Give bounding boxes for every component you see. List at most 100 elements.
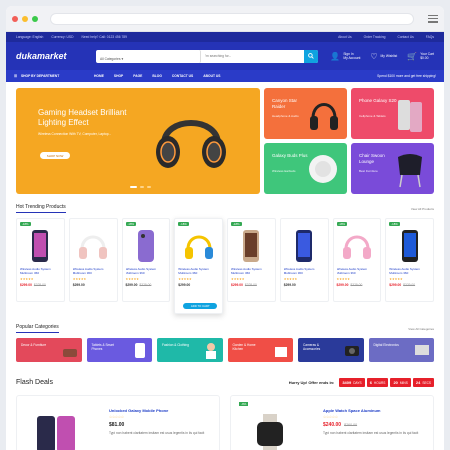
price-row: $299.00 — [73, 283, 114, 287]
menu-icon[interactable] — [428, 14, 438, 23]
product-card[interactable]: -18% Wireless Audio System Multiroom 360… — [121, 218, 171, 302]
user-icon: 👤 — [330, 51, 341, 61]
timer-box: 6 HOURS — [366, 378, 389, 387]
top-link-about[interactable]: About Us — [338, 35, 352, 39]
product-name[interactable]: Wireless Audio System Multiroom 360 — [20, 268, 61, 276]
browser-window: Language: English Currency: USD Need hel… — [6, 6, 444, 450]
top-link-tracking[interactable]: Order Tracking — [364, 35, 386, 39]
product-image[interactable] — [284, 226, 325, 266]
top-link-faq[interactable]: FAQs — [426, 35, 434, 39]
timer-box: 3409 DAYS — [339, 378, 365, 387]
tile-title: Phone Galaxy S20 — [359, 98, 397, 103]
top-strip: Language: English Currency: USD Need hel… — [6, 32, 444, 42]
deal-name[interactable]: Apple Watch Space Aluminum — [323, 408, 423, 413]
timer-value: 6 — [369, 380, 372, 385]
shop-by-department[interactable]: ☰ SHOP BY DEPARTMENT — [14, 74, 94, 78]
close-dot[interactable] — [12, 15, 18, 22]
minimize-dot[interactable] — [22, 15, 28, 22]
cart-link[interactable]: 🛒 Your Cart $0.00 — [407, 52, 434, 61]
product-name[interactable]: Wireless Audio System Multiroom 360 — [389, 268, 430, 276]
search-input[interactable] — [200, 54, 304, 58]
category-image — [343, 341, 361, 360]
nav-home[interactable]: HOME — [94, 74, 104, 78]
product-card[interactable]: Wireless Audio System Multiroom 360 ★★★★… — [279, 218, 329, 302]
category-card[interactable]: Garden & Home Kitchen — [227, 338, 293, 362]
product-card[interactable]: -18% Wireless Audio System Multiroom 360… — [174, 218, 223, 314]
product-image[interactable] — [231, 226, 272, 266]
product-image[interactable] — [389, 226, 430, 266]
deal-name[interactable]: Unlocked Galaxy Mobile Phone — [109, 408, 209, 413]
nav-contact[interactable]: CONTACT US — [172, 74, 193, 78]
product-card[interactable]: -18% Wireless Audio System Multiroom 360… — [385, 218, 434, 302]
site-logo[interactable]: dukamarket — [16, 51, 96, 61]
chair-image — [398, 154, 422, 188]
timer-value: 20 — [393, 380, 398, 385]
product-image[interactable] — [20, 226, 61, 266]
product-card[interactable]: -18% Wireless Audio System Multiroom 360… — [227, 218, 276, 302]
product-image[interactable] — [73, 226, 114, 266]
maximize-dot[interactable] — [32, 15, 38, 22]
deal-card[interactable]: -9% Apple Watch Space Aluminum ☆☆☆☆☆ $24… — [230, 395, 434, 450]
search-button[interactable] — [304, 49, 318, 63]
product-name[interactable]: Wireless Audio System Multiroom 360 — [126, 268, 167, 276]
language-select[interactable]: Language: English — [16, 35, 43, 39]
category-card[interactable]: Digital Electronics — [368, 338, 434, 362]
tile-subtitle: Wireless Earbuds — [272, 169, 296, 173]
rating-stars: ★★★★★ — [178, 277, 192, 281]
product-name[interactable]: Wireless Audio System Multiroom 360 — [231, 268, 272, 276]
product-image[interactable] — [178, 226, 219, 266]
timer-value: 3409 — [342, 380, 352, 385]
top-link-contact[interactable]: Contact Us — [397, 35, 413, 39]
product-name[interactable]: Wireless Audio System Multiroom 360 — [178, 268, 219, 276]
sale-price: $299.00 — [231, 283, 243, 287]
category-card[interactable]: Decor & Furniture — [16, 338, 82, 362]
hero-banner[interactable]: Gaming Headset Brilliant Lighting Effect… — [16, 88, 260, 194]
address-bar[interactable] — [50, 12, 414, 25]
price: $299.00 — [178, 283, 191, 287]
product-name[interactable]: Wireless Audio System Multiroom 360 — [284, 268, 325, 276]
discount-badge: -18% — [20, 222, 31, 226]
hero-shop-button[interactable]: SHOP NOW — [40, 152, 70, 159]
add-to-cart-button[interactable]: ADD TO CART — [183, 303, 218, 309]
menu-lines-icon: ☰ — [14, 74, 17, 78]
product-card[interactable]: Wireless Audio System Multiroom 360 ★★★★… — [68, 218, 118, 302]
wishlist-link[interactable]: ♡ My Wishlist — [370, 52, 397, 61]
old-price: $329.00 — [139, 283, 152, 287]
trending-title: Hot Trending Products — [16, 204, 66, 213]
deal-price: $81.00 — [109, 422, 209, 428]
cart-total: $0.00 — [420, 56, 429, 60]
nav-blog[interactable]: BLOG — [152, 74, 162, 78]
wishlist-label: My Wishlist — [380, 54, 398, 58]
price-row: $299.00 — [284, 283, 325, 287]
product-card[interactable]: -18% Wireless Audio System Multiroom 360… — [332, 218, 382, 302]
product-image[interactable] — [337, 226, 378, 266]
old-price: $329.00 — [33, 283, 46, 287]
promo-tile-earbuds[interactable]: Galaxy Buds Plus Wireless Earbuds — [264, 143, 347, 194]
nav-page[interactable]: PAGE — [133, 74, 142, 78]
product-image[interactable] — [126, 226, 167, 266]
currency-select[interactable]: Currency: USD — [51, 35, 73, 39]
promo-tile-chair[interactable]: Chair Swoon Lounge Best Furniture — [351, 143, 434, 194]
hero-subtitle: Wireless Connection With TV, Computer, L… — [38, 132, 112, 136]
category-card[interactable]: Tablets & Smart Phones — [86, 338, 152, 362]
nav-about[interactable]: ABOUT US — [203, 74, 220, 78]
product-card[interactable]: -18% Wireless Audio System Multiroom 360… — [16, 218, 65, 302]
deal-image[interactable] — [245, 414, 295, 450]
hotline: Need help? Call: 0123 456 789 — [81, 35, 127, 39]
timer-box: 24 SECS — [412, 378, 434, 387]
view-all-categories-link[interactable]: View All Categories — [408, 327, 434, 331]
nav-shop[interactable]: SHOP — [114, 74, 123, 78]
view-all-products-link[interactable]: View All Products — [411, 207, 434, 211]
product-name[interactable]: Wireless Audio System Multiroom 360 — [337, 268, 378, 276]
search-category-select[interactable]: All Categories ▾ — [96, 49, 201, 63]
carousel-dots[interactable] — [130, 186, 151, 188]
product-name[interactable]: Wireless Audio System Multiroom 360 — [73, 268, 114, 276]
category-card[interactable]: Cameras & Accessories — [298, 338, 364, 362]
price-row: $299.00 — [178, 283, 219, 287]
deal-image[interactable] — [31, 414, 81, 450]
deal-card[interactable]: Unlocked Galaxy Mobile Phone ☆☆☆☆☆ $81.0… — [16, 395, 220, 450]
category-card[interactable]: Fashion & Clothing — [157, 338, 223, 362]
promo-tile-headphone[interactable]: Canyon Star Raider Headphone & Audio — [264, 88, 347, 139]
promo-tile-phone[interactable]: Phone Galaxy S20 Cellphone & Tablets — [351, 88, 434, 139]
account-link[interactable]: 👤 Sign In My Account — [330, 52, 360, 61]
